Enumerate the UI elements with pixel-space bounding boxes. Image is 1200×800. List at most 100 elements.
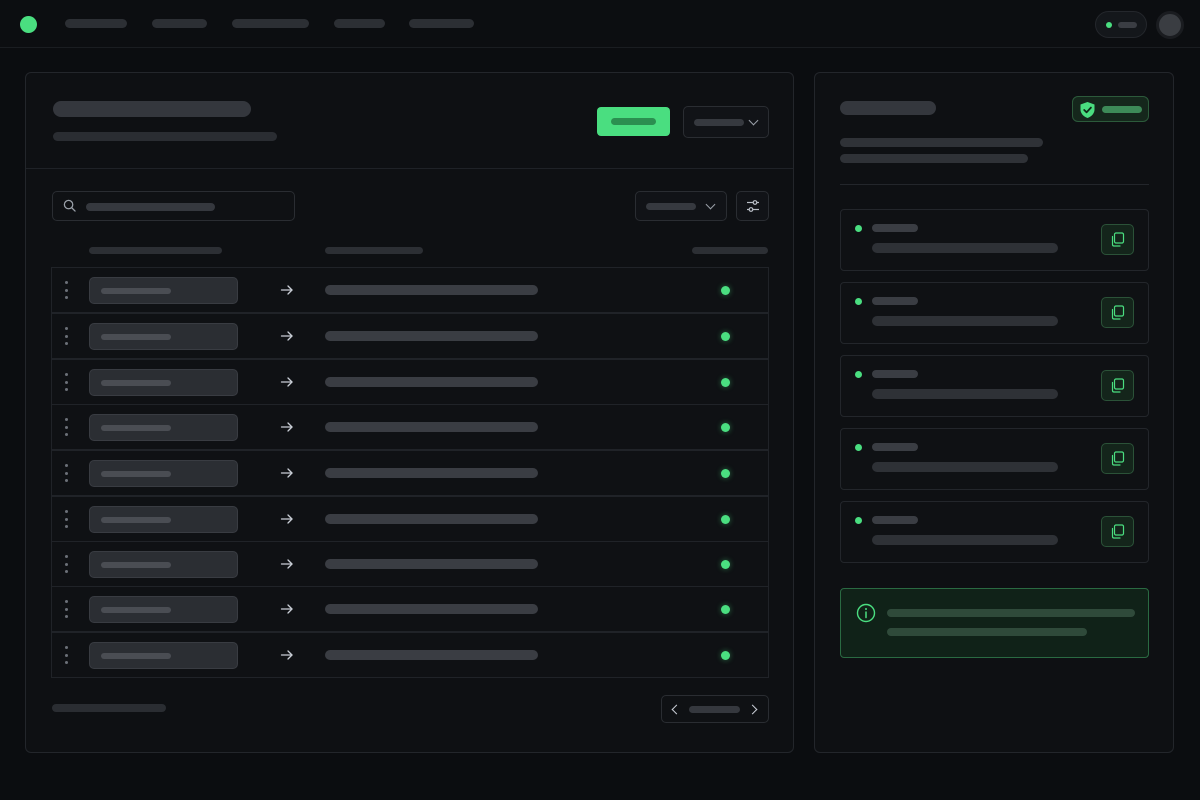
page-title [53, 101, 251, 117]
chevron-right-icon[interactable] [747, 704, 758, 715]
arrow-right-icon [280, 377, 293, 387]
arrow-right-icon [280, 514, 293, 524]
copy-button[interactable] [1101, 516, 1134, 547]
copy-icon [1111, 378, 1125, 393]
arrow-right-icon [280, 285, 293, 295]
header-dropdown[interactable] [683, 106, 769, 138]
nav-item-1[interactable] [65, 19, 127, 28]
chevron-down-icon [748, 115, 759, 126]
drag-handle-icon[interactable] [65, 418, 69, 440]
status-dot [855, 444, 862, 451]
user-avatar[interactable] [1156, 11, 1184, 39]
side-description-line-2 [840, 154, 1028, 163]
pagination [661, 695, 769, 723]
details-side-panel [814, 72, 1174, 753]
detail-item [840, 428, 1149, 490]
status-dot [721, 378, 730, 387]
status-dot [721, 469, 730, 478]
drag-handle-icon[interactable] [65, 600, 69, 622]
status-dot [721, 605, 730, 614]
table-row[interactable] [51, 541, 769, 587]
copy-icon [1111, 232, 1125, 247]
copy-button[interactable] [1101, 370, 1134, 401]
copy-button[interactable] [1101, 224, 1134, 255]
detail-item-name [872, 224, 918, 232]
arrow-right-icon [280, 604, 293, 614]
copy-icon [1111, 305, 1125, 320]
table-row[interactable] [51, 267, 769, 313]
target-value [325, 559, 538, 569]
table-row[interactable] [51, 450, 769, 496]
info-note-line-1 [887, 609, 1135, 617]
copy-button[interactable] [1101, 297, 1134, 328]
system-status-pill[interactable] [1095, 11, 1147, 38]
target-value [325, 377, 538, 387]
source-chip [89, 323, 238, 350]
copy-button[interactable] [1101, 443, 1134, 474]
nav-item-5[interactable] [409, 19, 474, 28]
target-value [325, 514, 538, 524]
detail-item [840, 282, 1149, 344]
table-row[interactable] [51, 496, 769, 542]
detail-item-name [872, 516, 918, 524]
side-divider [840, 184, 1149, 185]
drag-handle-icon[interactable] [65, 464, 69, 486]
source-label [101, 517, 171, 523]
source-chip [89, 642, 238, 669]
detail-item-value [872, 462, 1058, 472]
drag-handle-icon[interactable] [65, 373, 69, 395]
source-label [101, 380, 171, 386]
nav-item-3[interactable] [232, 19, 309, 28]
status-pill-label [1118, 22, 1137, 28]
detail-item-value [872, 243, 1058, 253]
page-subtitle [53, 132, 277, 141]
main-panel [25, 72, 794, 753]
status-dot [721, 286, 730, 295]
drag-handle-icon[interactable] [65, 646, 69, 668]
filter-dropdown[interactable] [635, 191, 727, 221]
verified-badge-label [1102, 106, 1142, 113]
copy-icon [1111, 524, 1125, 539]
source-chip [89, 551, 238, 578]
source-chip [89, 460, 238, 487]
table-row[interactable] [51, 359, 769, 405]
table-row[interactable] [51, 632, 769, 678]
table-row[interactable] [51, 586, 769, 632]
detail-item-name [872, 297, 918, 305]
nav-item-2[interactable] [152, 19, 207, 28]
detail-item-name [872, 443, 918, 451]
app-logo[interactable] [20, 16, 37, 33]
arrow-right-icon [280, 422, 293, 432]
arrow-right-icon [280, 559, 293, 569]
drag-handle-icon[interactable] [65, 281, 69, 303]
detail-item-name [872, 370, 918, 378]
source-label [101, 653, 171, 659]
target-value [325, 604, 538, 614]
detail-item [840, 501, 1149, 563]
pagination-label [689, 706, 740, 713]
status-dot [721, 515, 730, 524]
status-dot [855, 298, 862, 305]
filter-settings-button[interactable] [736, 191, 769, 221]
table-row[interactable] [51, 313, 769, 359]
primary-action-label [611, 118, 656, 125]
drag-handle-icon[interactable] [65, 555, 69, 577]
chevron-left-icon[interactable] [671, 704, 682, 715]
filter-dropdown-value [646, 203, 696, 210]
status-dot [721, 651, 730, 660]
drag-handle-icon[interactable] [65, 327, 69, 349]
side-panel-title [840, 101, 936, 115]
top-navigation-bar [0, 0, 1200, 48]
source-label [101, 288, 171, 294]
sliders-icon [747, 200, 759, 212]
drag-handle-icon[interactable] [65, 510, 69, 532]
status-dot [721, 560, 730, 569]
detail-item [840, 209, 1149, 271]
nav-item-4[interactable] [334, 19, 385, 28]
source-label [101, 562, 171, 568]
search-input[interactable] [52, 191, 295, 221]
primary-action-button[interactable] [597, 107, 670, 136]
table-row[interactable] [51, 404, 769, 450]
verified-badge [1072, 96, 1149, 122]
source-chip [89, 277, 238, 304]
